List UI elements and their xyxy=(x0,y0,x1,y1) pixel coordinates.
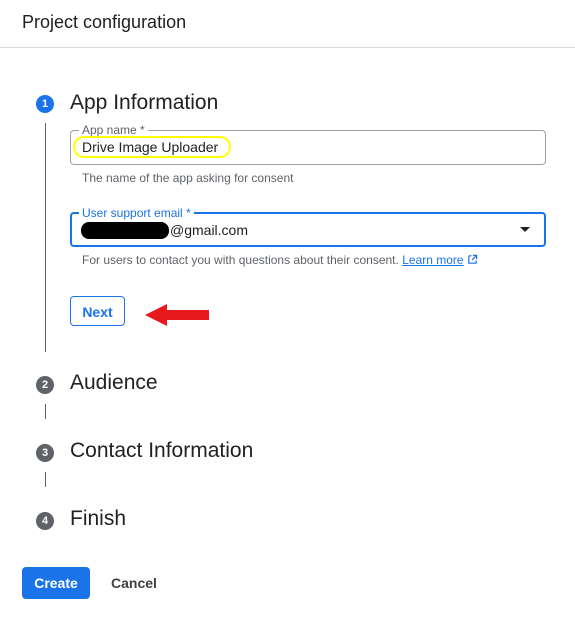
cancel-button[interactable]: Cancel xyxy=(104,567,164,599)
step-2-indicator: 2 xyxy=(36,376,54,394)
external-link-icon[interactable] xyxy=(467,254,478,265)
support-email-value: @gmail.com xyxy=(170,222,249,238)
app-name-field[interactable]: App name * Drive Image Uploader xyxy=(70,123,546,165)
app-name-value: Drive Image Uploader xyxy=(82,139,219,155)
support-email-helper-label: For users to contact you with questions … xyxy=(82,253,399,267)
app-name-helper-text: The name of the app asking for consent xyxy=(82,171,294,185)
page-header: Project configuration xyxy=(0,0,575,48)
page-title: Project configuration xyxy=(22,12,187,32)
step-2-title: Audience xyxy=(70,371,158,394)
red-arrow-annotation xyxy=(145,304,209,326)
learn-more-link[interactable]: Learn more xyxy=(402,253,463,267)
next-button[interactable]: Next xyxy=(70,296,125,326)
step-1-title: App Information xyxy=(70,91,219,114)
step-2-connector-line xyxy=(45,404,46,419)
support-email-select[interactable]: User support email * @gmail.com xyxy=(70,206,546,247)
support-email-label: User support email * xyxy=(79,206,194,220)
app-name-label: App name * xyxy=(79,123,148,137)
step-3-title: Contact Information xyxy=(70,439,254,462)
step-3-connector-line xyxy=(45,472,46,487)
step-4-indicator: 4 xyxy=(36,512,54,530)
step-4-title: Finish xyxy=(70,507,127,530)
dropdown-arrow-icon[interactable] xyxy=(520,227,530,232)
create-button[interactable]: Create xyxy=(22,567,90,599)
step-3-indicator: 3 xyxy=(36,444,54,462)
step-1-indicator: 1 xyxy=(36,95,54,113)
support-email-helper-text: For users to contact you with questions … xyxy=(82,253,478,267)
redacted-email-block xyxy=(81,222,169,239)
step-1-connector-line xyxy=(45,123,46,352)
